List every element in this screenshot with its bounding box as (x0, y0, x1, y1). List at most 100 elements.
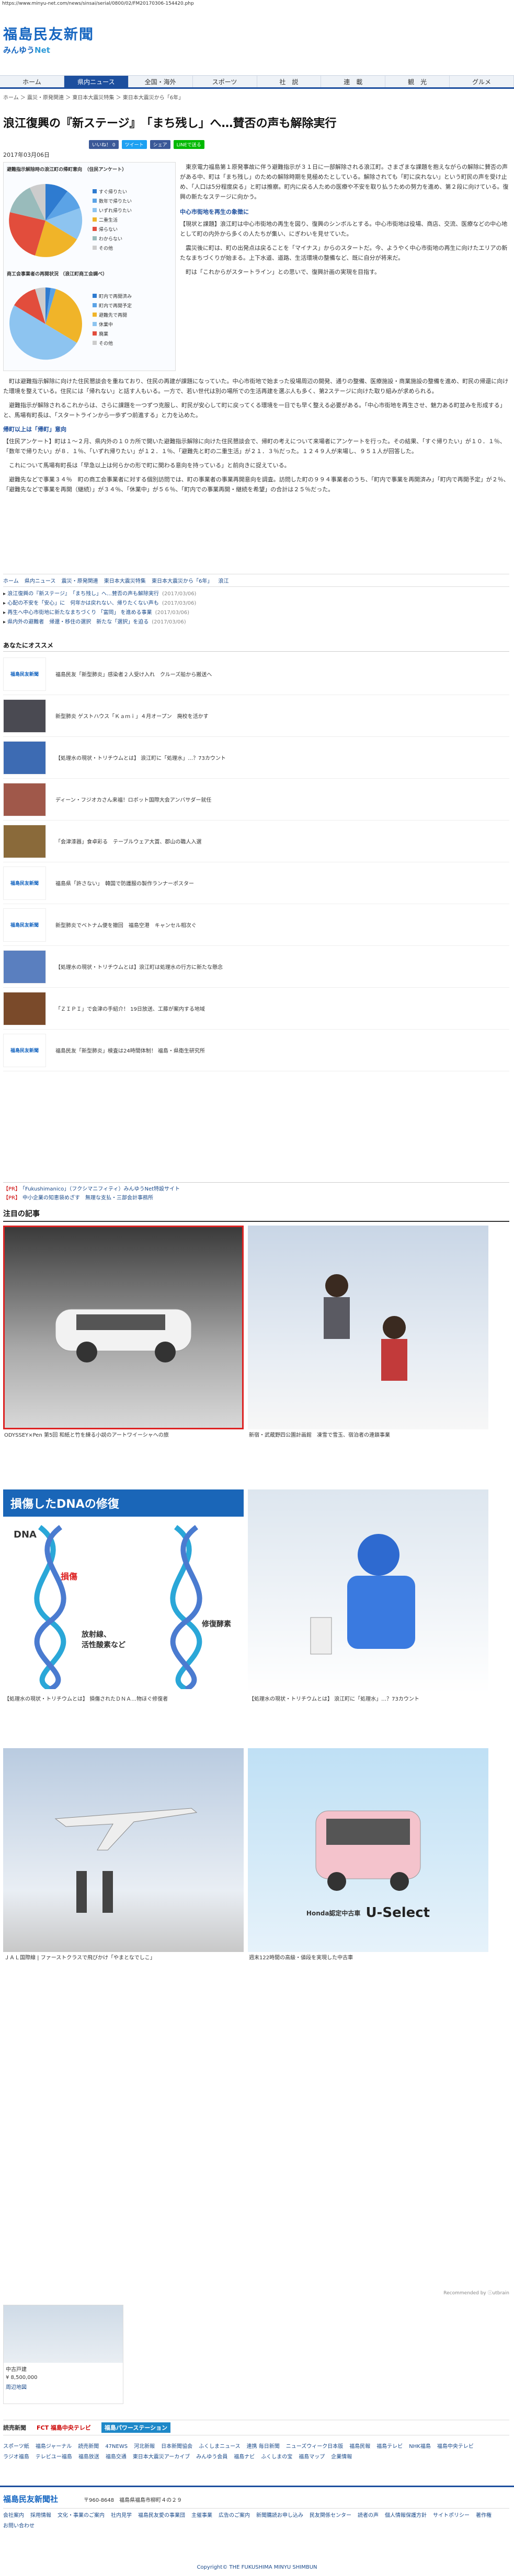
attention-card[interactable]: 新宿・武蔵野四公園計画館 凍雪で雪玉、宿泊者の連鎖事業 (248, 1226, 488, 1441)
external-link[interactable]: ニューズウィーク日本版 (286, 2444, 344, 2450)
recommend-item[interactable]: 「会津漆器」食卓彩る テーブルウェア大賞、郡山の職人入選 (3, 821, 509, 862)
footer-link[interactable]: 著作権 (476, 2513, 492, 2519)
tag-link[interactable]: 県内ニュース (25, 579, 56, 584)
external-link[interactable]: 福島マップ (299, 2454, 325, 2460)
tweet-button[interactable]: ツイート (121, 140, 147, 149)
related-item[interactable]: ▸ 心配の不安を「安心」に 何年かは戻れない、帰りたくない声も (2017/03/… (3, 599, 317, 608)
footer-link[interactable]: 採用情報 (30, 2513, 51, 2519)
recommend-item[interactable]: 福島民友新聞 福島県「許さない」 韓国で防護服の製作ランナーポスター (3, 862, 509, 904)
footer-link[interactable]: 広告のご案内 (219, 2513, 250, 2519)
recommend-item[interactable]: 新型肺炎 ゲストハウス「Ｋａｍｉ」４月オープン 廃校を活かす (3, 695, 509, 737)
external-link[interactable]: 読売新聞 (78, 2444, 99, 2450)
legend-swatch (93, 246, 97, 250)
footer-link[interactable]: 主催事業 (191, 2513, 212, 2519)
nav-local-news[interactable]: 県内ニュース (64, 76, 129, 87)
external-link[interactable]: 東日本大震災アーカイブ (133, 2454, 190, 2460)
external-link[interactable]: NHK福島 (409, 2444, 431, 2450)
footer-link[interactable]: 文化・事業のご案内 (58, 2513, 105, 2519)
external-link[interactable]: 福島交通 (106, 2454, 127, 2460)
attention-card[interactable]: 損傷したDNAの修復 DNA 損傷 放射線、 活性酸素など 修復酵素 【処理水の… (3, 1489, 244, 1705)
external-link[interactable]: 福島ナビ (234, 2454, 255, 2460)
footer-link[interactable]: 新聞購読お申し込み (256, 2513, 303, 2519)
external-link[interactable]: 福島放送 (78, 2454, 99, 2460)
nav-sports[interactable]: スポーツ (193, 76, 257, 87)
pr-link[interactable]: 【PR】 「Fukushimanico」（フクシマニフィティ）みんゆうNet特設サ… (3, 1185, 509, 1194)
external-link[interactable]: 企業情報 (331, 2454, 352, 2460)
nav-tourism[interactable]: 観 光 (385, 76, 450, 87)
tag-link[interactable]: 浪江 (219, 579, 229, 584)
attention-card[interactable]: Honda認定中古車 U-Select 週末122時間の高級・値段を実現した中古車 (248, 1748, 488, 1964)
scientist-icon (310, 1534, 415, 1655)
external-link[interactable]: 福島民報 (349, 2444, 370, 2450)
external-link[interactable]: 福島テレビ (376, 2444, 403, 2450)
thumbnail (3, 950, 46, 984)
tag-link[interactable]: 東日本大震災特集 (104, 579, 146, 584)
related-item[interactable]: ▸ 浪江復興の『新ステージ』 「まち残し」へ…賛否の声も解除実行 (2017/03… (3, 590, 317, 599)
attention-card[interactable]: ODYSSEY×Pen 第5回 和紙と竹を練る小説のアートワイーシャへの旅 (3, 1226, 244, 1441)
external-link[interactable]: 河北新報 (134, 2444, 155, 2450)
external-link[interactable]: 連携 毎日新聞 (247, 2444, 280, 2450)
children-icon (324, 1274, 407, 1381)
honda-brand: Honda認定中古車 U-Select (306, 1905, 430, 1921)
external-link[interactable]: テレビユー福島 (36, 2454, 72, 2460)
attention-card[interactable]: 【処理水の現状・トリチウムとは】 浪江町に「処理水」…？73カウント (248, 1489, 488, 1705)
external-link[interactable]: ふくしまニュース (199, 2444, 241, 2450)
children-snow-image (248, 1226, 488, 1429)
thumbnail (3, 824, 46, 858)
nav-gourmet[interactable]: グルメ (450, 76, 514, 87)
footer-link[interactable]: サイトポリシー (433, 2513, 470, 2519)
attention-card[interactable]: ＪＡＬ国際線 | ファーストクラスで飛びかけ「やまとなでしこ」 (3, 1748, 244, 1964)
recommended-by[interactable]: Recommended by ⓘutbrain (3, 2289, 509, 2296)
partner-link[interactable]: 福島パワーステーション (101, 2422, 171, 2433)
related-item[interactable]: ▸ 再生へ中心市街地に新たなまちづくり 「富岡」 を進める事業 (2017/03/… (3, 608, 317, 618)
facebook-like-button[interactable]: いいね！ 0 (89, 140, 119, 149)
ad-map-link[interactable]: 周辺地図 (4, 2381, 123, 2393)
nav-series[interactable]: 連 載 (321, 76, 386, 87)
footer: 福島民友新聞社 〒960-8648 福島県福島市柳町４の２９ 会社案内 採用情報 文… (0, 2486, 514, 2576)
related-item[interactable]: ▸ 県内外の避難者 帰還・移住の選択 新たな「選択」を迫る (2017/03/06… (3, 618, 317, 627)
recommend-item[interactable]: 「ＺＩＰＩ」で会津の手紹介！ 19日放送、工藤が案内する地域 (3, 988, 509, 1030)
recommend-item[interactable]: 【処理水の現状・トリチウムとは】 浪江町に「処理水」…？73カウント (3, 737, 509, 779)
footer-logo[interactable]: 福島民友新聞社 (3, 2493, 58, 2504)
footer-link[interactable]: 個人情報保護方針 (385, 2513, 427, 2519)
pr-link[interactable]: 【PR】 中小企業の知恵袋めざす 無理な支払・三部会計事務所 (3, 1194, 509, 1203)
line-button[interactable]: LINEで送る (173, 140, 204, 149)
recommend-item[interactable]: 福島民友新聞 福島民友「新型肺炎」検査は24時間体制！ 福島・県衛生研究所 (3, 1030, 509, 1071)
side-ad[interactable]: 中古戸建 ¥ 8,500,000 周辺地図 (3, 2305, 123, 2404)
recommend-item[interactable]: 福島民友新聞 福島民友「新型肺炎」感染者２人受け入れ クルーズ船から搬送へ (3, 653, 509, 695)
tag-link[interactable]: 東日本大震災から「6年」 (152, 579, 212, 584)
footer-link[interactable]: 会社案内 (3, 2513, 24, 2519)
external-link[interactable]: 日本新聞協会 (161, 2444, 192, 2450)
partner-link[interactable]: FCT 福島中央テレビ (37, 2423, 91, 2432)
nav-home[interactable]: ホーム (0, 76, 64, 87)
tag-link[interactable]: ホーム (3, 579, 19, 584)
external-link[interactable]: ふくしまの宝 (261, 2454, 292, 2460)
nav-national[interactable]: 全国・海外 (129, 76, 193, 87)
recommend-item[interactable]: 【処理水の現状・トリチウムとは】浪江町は処理水の行方に新たな懸念 (3, 946, 509, 988)
nav-editorial[interactable]: 社 説 (257, 76, 322, 87)
footer-link[interactable]: お問い合わせ (3, 2523, 35, 2529)
tag-link[interactable]: 震災・原発関連 (62, 579, 98, 584)
footer-link[interactable]: 福島民友愛の事業団 (138, 2513, 185, 2519)
external-link[interactable]: スポーツ紙 (3, 2444, 29, 2450)
share-button[interactable]: シェア (150, 140, 170, 149)
pie1-graphic: すぐ帰りたい 数年で帰りたい いずれ帰りたい 二重生活 帰らない わからない そ… (9, 184, 132, 257)
breadcrumb[interactable]: ホーム ＞ 震災・原発関連 ＞ 東日本大震災特集 ＞ 東日本大震災から「6年」 (3, 93, 184, 101)
partner-link[interactable]: 読売新聞 (3, 2423, 26, 2432)
external-link[interactable]: 47NEWS (105, 2444, 128, 2450)
external-link[interactable]: 福島中央テレビ (437, 2444, 474, 2450)
footer-link[interactable]: 民友関係センター (310, 2513, 351, 2519)
thumbnail: 福島民友新聞 (3, 908, 46, 942)
site-logo[interactable]: 福島民友新聞 みんゆうNet (3, 23, 129, 55)
url-bar: https://www.minyu-net.com/news/sinsai/se… (2, 1, 194, 6)
footer-link[interactable]: 読者の声 (358, 2513, 379, 2519)
recommend-item[interactable]: 福島民友新聞 新型肺炎でベトナム便を撤回 福島空港 キャンセル相次ぐ (3, 904, 509, 946)
external-link[interactable]: みんゆう会員 (196, 2454, 227, 2460)
footer-link[interactable]: 社内見学 (111, 2513, 132, 2519)
external-link[interactable]: 福島ジャーナル (36, 2444, 72, 2450)
article-title: 浪江復興の『新ステージ』 「まち残し」へ…賛否の声も解除実行 (3, 117, 337, 130)
copyright: Copyright© THE FUKUSHIMA MINYU SHIMBUN (197, 2565, 317, 2570)
pie2-legend: 避難先で再開 (99, 312, 127, 318)
external-link[interactable]: ラジオ福島 (3, 2454, 29, 2460)
recommend-item[interactable]: ディーン・フジオカさん来福！ロボット国際大会アンバサダー就任 (3, 779, 509, 821)
